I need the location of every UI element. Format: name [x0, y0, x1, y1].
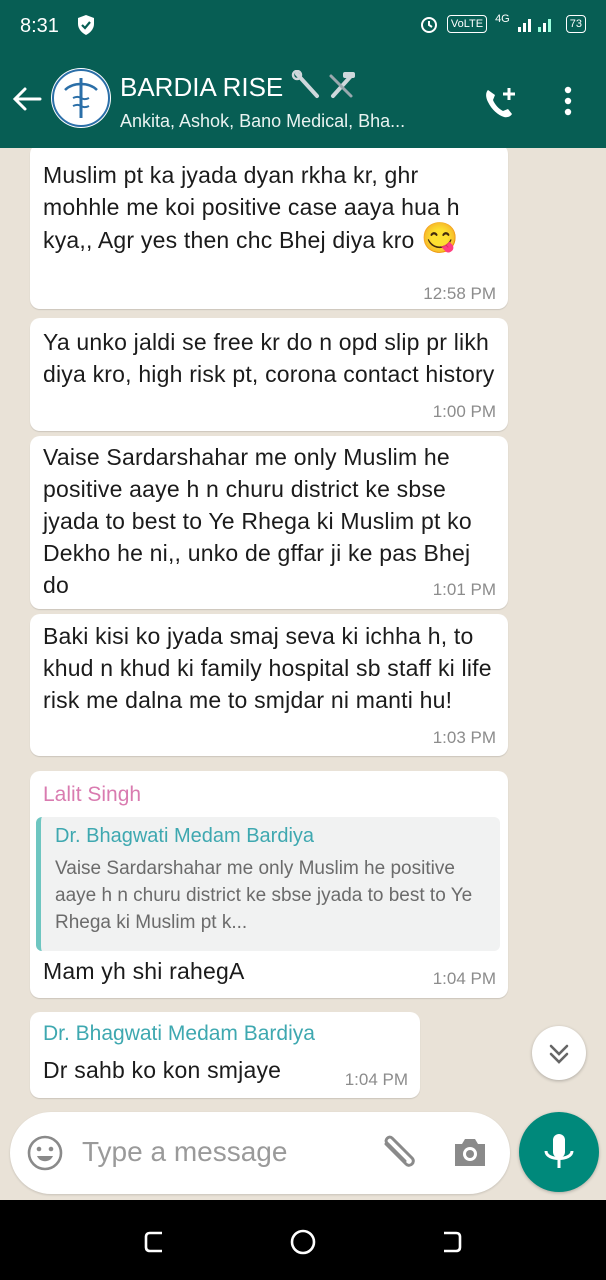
add-call-icon[interactable]	[480, 84, 520, 124]
message-text: Ya unko jaldi se free kr do n opd slip p…	[43, 329, 495, 387]
more-vert-icon[interactable]	[560, 84, 576, 120]
message-time: 12:58 PM	[423, 284, 496, 303]
network-type: 4G	[495, 13, 510, 25]
back-arrow-icon[interactable]	[10, 82, 44, 116]
message-time: 1:00 PM	[432, 402, 496, 421]
message-time: 1:03 PM	[432, 728, 496, 747]
battery-level: 73	[565, 15, 586, 33]
emoji-face-icon: 😋	[421, 222, 459, 255]
group-avatar-icon	[52, 69, 110, 127]
status-time: 8:31	[20, 15, 59, 37]
volte-badge: VoLTE	[446, 15, 488, 33]
alarm-icon	[420, 17, 437, 33]
system-nav-bar	[0, 1200, 606, 1280]
message-bubble[interactable]: Dr. Bhagwati Medam Bardiya Dr sahb ko ko…	[30, 1012, 420, 1098]
scroll-down-icon	[549, 1044, 569, 1064]
message-bubble[interactable]: Baki kisi ko jyada smaj seva ki ichha h,…	[30, 614, 508, 756]
camera-icon[interactable]	[451, 1134, 489, 1170]
quoted-sender: Dr. Bhagwati Medam Bardiya	[55, 825, 315, 847]
emoji-icon[interactable]	[26, 1134, 64, 1172]
group-title[interactable]: BARDIA RISE	[120, 69, 359, 103]
quoted-message[interactable]: Dr. Bhagwati Medam Bardiya Vaise Sardars…	[36, 817, 500, 951]
group-avatar[interactable]	[51, 68, 111, 128]
recent-apps-icon[interactable]	[142, 1229, 170, 1255]
sender-name: Lalit Singh	[43, 783, 142, 806]
message-text: Baki kisi ko jyada smaj seva ki ichha h,…	[43, 623, 492, 713]
sender-name: Dr. Bhagwati Medam Bardiya	[43, 1022, 315, 1045]
message-bubble[interactable]: Muslim pt ka jyada dyan rkha kr, ghr moh…	[30, 148, 508, 309]
home-icon[interactable]	[288, 1227, 318, 1257]
attach-icon[interactable]	[376, 1132, 420, 1172]
group-members[interactable]: Ankita, Ashok, Bano Medical, Bha...	[120, 111, 405, 132]
message-composer: Type a message	[10, 1112, 510, 1194]
message-text: Muslim pt ka jyada dyan rkha kr, ghr moh…	[43, 162, 460, 255]
signal-icon	[517, 19, 551, 32]
message-time: 1:04 PM	[432, 969, 496, 988]
mic-icon	[544, 1134, 574, 1168]
message-text: Mam yh shi rahegA	[43, 958, 245, 984]
back-nav-icon[interactable]	[436, 1229, 464, 1255]
chat-header: BARDIA RISE Ankita, Ashok, Bano Medical,…	[0, 54, 606, 148]
tools-icon	[291, 69, 355, 98]
shield-icon	[78, 15, 94, 35]
message-bubble[interactable]: Ya unko jaldi se free kr do n opd slip p…	[30, 318, 508, 431]
message-input[interactable]: Type a message	[82, 1136, 287, 1168]
scroll-down-button[interactable]	[532, 1026, 586, 1080]
message-bubble[interactable]: Vaise Sardarshahar me only Muslim he pos…	[30, 436, 508, 609]
message-list[interactable]: Muslim pt ka jyada dyan rkha kr, ghr moh…	[0, 148, 606, 1200]
status-bar: 8:31 VoLTE 4G 73	[0, 0, 606, 54]
quoted-text: Vaise Sardarshahar me only Muslim he pos…	[55, 858, 473, 933]
status-icons: VoLTE 4G 73	[419, 13, 586, 34]
message-time: 1:04 PM	[344, 1070, 408, 1089]
reply-message-bubble[interactable]: Lalit Singh Dr. Bhagwati Medam Bardiya V…	[30, 771, 508, 998]
voice-record-button[interactable]	[519, 1112, 599, 1192]
message-text: Vaise Sardarshahar me only Muslim he pos…	[43, 444, 472, 598]
message-time: 1:01 PM	[432, 580, 496, 599]
